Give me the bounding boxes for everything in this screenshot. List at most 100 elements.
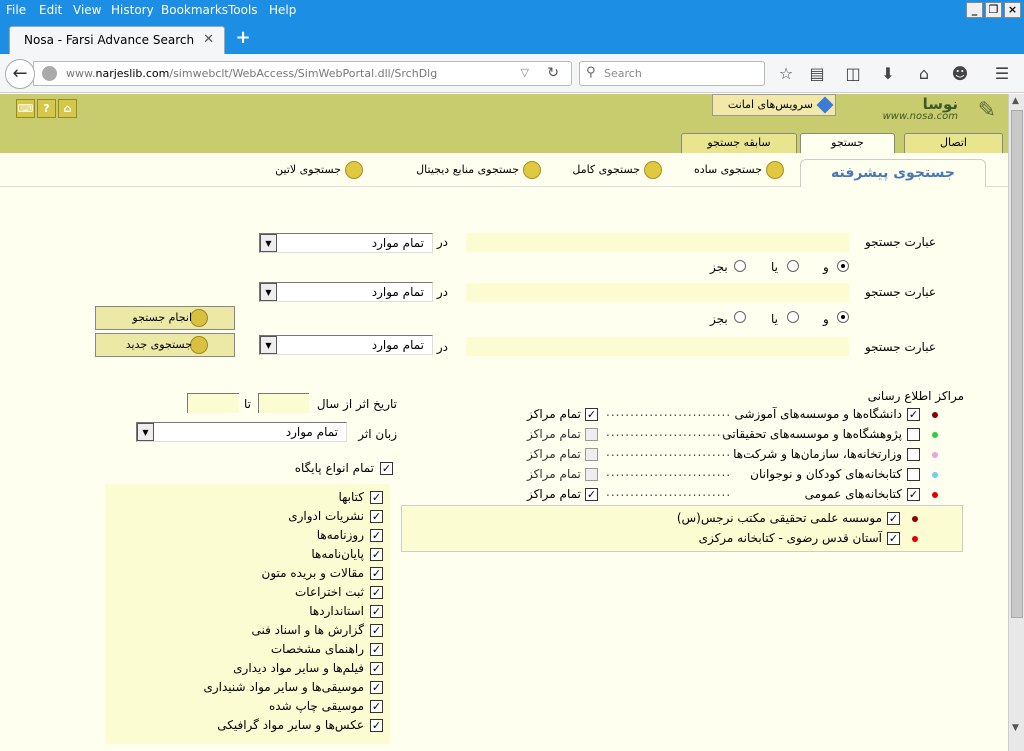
globe-icon — [42, 66, 57, 81]
db-type-checkbox[interactable]: ✓ — [370, 662, 383, 675]
menu-history[interactable]: History — [111, 3, 154, 17]
close-tab-icon[interactable]: ✕ — [203, 32, 214, 47]
all-centers-checkbox[interactable]: ✓ — [585, 408, 598, 421]
db-type-label: عکس‌ها و سایر مواد گرافیکی — [217, 718, 364, 732]
op-not-radio-2[interactable] — [734, 311, 746, 323]
keyboard-icon[interactable]: ⌨ — [16, 99, 35, 118]
chat-icon[interactable]: ☻ — [949, 63, 971, 85]
tab-connect[interactable]: اتصال — [904, 133, 1003, 153]
digital-search-link[interactable]: جستجوی منابع دیجیتال — [412, 161, 541, 179]
loan-services-button[interactable]: سرویس‌های امانت — [712, 94, 836, 116]
language-select[interactable]: تمام موارد ▼ — [136, 422, 347, 442]
op-or-radio-2[interactable] — [787, 311, 799, 323]
browser-search-input[interactable]: ⚲ Search — [579, 61, 765, 86]
close-window-icon[interactable]: × — [1004, 2, 1021, 18]
db-type-checkbox[interactable]: ✓ — [370, 605, 383, 618]
chevron-down-icon: ▼ — [260, 283, 277, 301]
center-checkbox[interactable]: ✓ — [907, 488, 920, 501]
menu-tools[interactable]: Tools — [228, 3, 258, 17]
reload-icon[interactable]: ↻ — [547, 65, 559, 81]
db-type-checkbox[interactable]: ✓ — [370, 643, 383, 656]
scroll-thumb[interactable] — [1011, 110, 1023, 618]
op-or-radio-1[interactable] — [787, 260, 799, 272]
search-term-input-2[interactable] — [466, 283, 849, 302]
page-scrollbar[interactable]: ▲ ▼ — [1008, 94, 1024, 751]
db-type-checkbox[interactable]: ✓ — [370, 586, 383, 599]
hamburger-menu-icon[interactable]: ☰ — [991, 63, 1013, 85]
new-search-button[interactable]: جستجوی جدید — [95, 333, 235, 357]
search-field-select-1[interactable]: تمام موارد ▼ — [259, 233, 433, 253]
search-term-input-1[interactable] — [466, 233, 849, 252]
center-checkbox[interactable] — [907, 468, 920, 481]
minimize-icon[interactable]: _ — [966, 2, 983, 18]
magnifier-icon — [644, 161, 662, 179]
db-type-label: پایان‌نامه‌ها — [311, 547, 364, 561]
help-icon[interactable]: ? — [37, 99, 56, 118]
reading-list-icon[interactable]: ▤ — [806, 63, 828, 85]
op-and-radio-2[interactable] — [837, 311, 849, 323]
db-type-checkbox[interactable]: ✓ — [370, 491, 383, 504]
leader-dots: .......................... — [606, 485, 732, 499]
sub-center-checkbox[interactable]: ✓ — [887, 512, 900, 525]
pocket-icon[interactable]: ◫ — [842, 63, 864, 85]
date-to-input[interactable] — [187, 393, 239, 413]
db-type-checkbox[interactable]: ✓ — [370, 510, 383, 523]
bookmark-star-icon[interactable]: ☆ — [775, 63, 797, 85]
op-not-label: بجز — [710, 260, 728, 274]
op-or-label: یا — [771, 260, 778, 274]
search-field-select-3[interactable]: تمام موارد ▼ — [259, 335, 433, 355]
center-checkbox[interactable] — [907, 428, 920, 441]
simple-search-link[interactable]: جستجوی ساده — [688, 161, 784, 179]
restore-icon[interactable]: ❐ — [985, 2, 1002, 18]
home-icon[interactable]: ⌂ — [913, 63, 935, 85]
download-icon[interactable]: ⬇ — [877, 63, 899, 85]
do-search-button[interactable]: انجام جستجو — [95, 306, 235, 330]
home-page-icon[interactable]: ⌂ — [58, 99, 77, 118]
all-db-types-checkbox[interactable]: ✓ — [380, 462, 393, 475]
menu-bookmarks[interactable]: Bookmarks — [161, 3, 228, 17]
back-button[interactable]: ← — [5, 59, 35, 89]
all-centers-label: تمام مراکز — [527, 407, 581, 421]
center-checkbox[interactable]: ✓ — [907, 408, 920, 421]
all-centers-checkbox[interactable] — [585, 448, 598, 461]
all-centers-label: تمام مراکز — [527, 447, 581, 461]
op-and-radio-1[interactable] — [837, 260, 849, 272]
search-term-input-3[interactable] — [466, 337, 849, 356]
db-type-checkbox[interactable]: ✓ — [370, 719, 383, 732]
full-search-link[interactable]: جستجوی کامل — [570, 161, 662, 179]
tab-search-history[interactable]: سابقه جستجو — [681, 133, 797, 153]
latin-search-link[interactable]: جستجوی لاتین — [270, 161, 363, 179]
all-centers-checkbox[interactable]: ✓ — [585, 488, 598, 501]
sub-center-checkbox[interactable]: ✓ — [887, 532, 900, 545]
url-dropdown-icon[interactable]: ▽ — [521, 66, 529, 79]
db-type-label: استانداردها — [309, 604, 364, 618]
magnifier-icon — [345, 161, 363, 179]
scroll-down-icon: ▼ — [1012, 723, 1019, 733]
menu-edit[interactable]: Edit — [39, 3, 62, 17]
tab-title: Nosa - Farsi Advance Search — [24, 33, 195, 47]
menu-help[interactable]: Help — [269, 3, 296, 17]
center-checkbox[interactable] — [907, 448, 920, 461]
op-not-radio-1[interactable] — [734, 260, 746, 272]
browser-tab[interactable]: Nosa - Farsi Advance Search ✕ — [9, 26, 225, 54]
op-and-label: و — [823, 312, 829, 326]
url-bar[interactable]: www.narjeslib.com/simwebclt/WebAccess/Si… — [33, 61, 572, 86]
tab-search[interactable]: جستجو — [800, 133, 895, 153]
db-type-checkbox[interactable]: ✓ — [370, 529, 383, 542]
db-type-checkbox[interactable]: ✓ — [370, 567, 383, 580]
center-label: کتابخانه‌های عمومی — [804, 487, 902, 501]
search-field-select-2[interactable]: تمام موارد ▼ — [259, 282, 433, 302]
db-type-checkbox[interactable]: ✓ — [370, 548, 383, 561]
center-color-dot — [932, 492, 938, 498]
magnifier-icon — [766, 161, 784, 179]
menu-view[interactable]: View — [73, 3, 101, 17]
menu-file[interactable]: File — [6, 3, 26, 17]
new-tab-icon[interactable]: + — [233, 28, 253, 48]
all-centers-checkbox[interactable] — [585, 428, 598, 441]
date-from-input[interactable] — [258, 393, 309, 413]
db-type-checkbox[interactable]: ✓ — [370, 624, 383, 637]
site-header — [0, 94, 1008, 123]
all-centers-checkbox[interactable] — [585, 468, 598, 481]
db-type-checkbox[interactable]: ✓ — [370, 681, 383, 694]
db-type-checkbox[interactable]: ✓ — [370, 700, 383, 713]
